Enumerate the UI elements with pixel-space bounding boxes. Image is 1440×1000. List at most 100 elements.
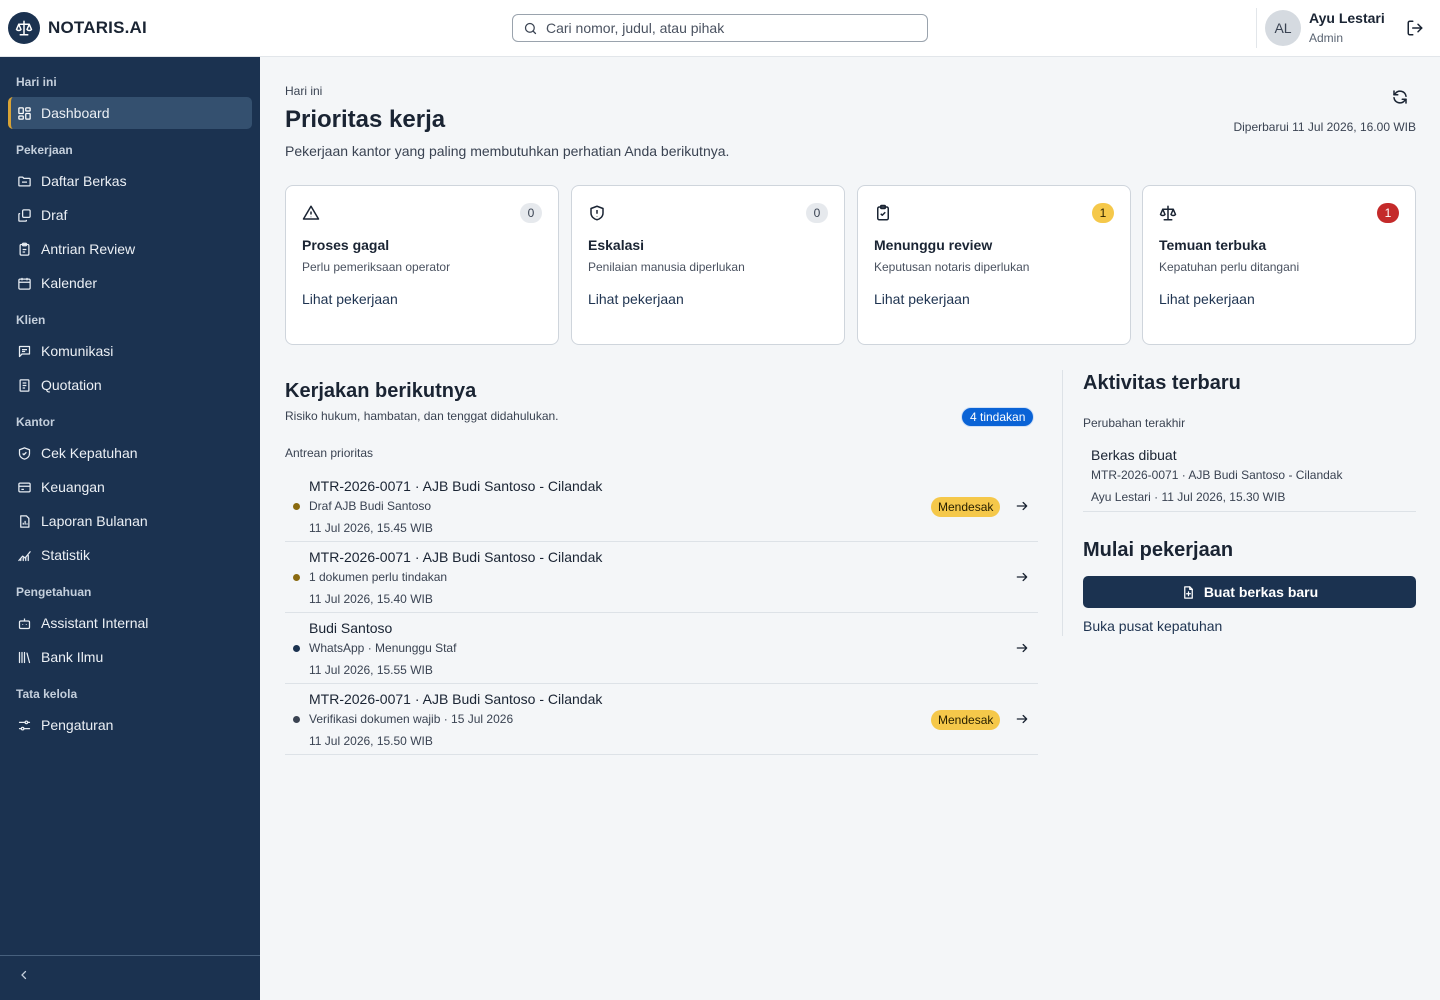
arrow-right-icon[interactable] bbox=[1015, 641, 1029, 655]
bot-icon bbox=[18, 618, 31, 629]
chart-line-icon bbox=[18, 550, 31, 561]
count-badge: 1 bbox=[1377, 203, 1399, 223]
row-subtitle: Draf AJB Budi Santoso bbox=[309, 499, 432, 513]
sidebar-item-label: Statistik bbox=[41, 547, 91, 563]
dashboard-icon bbox=[18, 106, 31, 120]
row-subtitle: 1 dokumen perlu tindakan bbox=[309, 570, 448, 584]
settings-icon bbox=[18, 720, 31, 730]
row-title: Budi Santoso bbox=[309, 620, 393, 636]
sidebar-item-keuangan[interactable]: Keuangan bbox=[8, 471, 252, 503]
view-work-link[interactable]: Lihat pekerjaan bbox=[588, 291, 684, 307]
card-proses-gagal[interactable]: 0 Proses gagal Perlu pemeriksaan operato… bbox=[285, 185, 559, 345]
table-row[interactable]: MTR-2026-0071 · AJB Budi Santoso - Cilan… bbox=[285, 542, 1038, 613]
new-file-button[interactable]: Buat berkas baru bbox=[1083, 576, 1416, 608]
section-title-activity: Aktivitas terbaru bbox=[1083, 372, 1241, 394]
table-row[interactable]: MTR-2026-0071 · AJB Budi Santoso - Cilan… bbox=[285, 684, 1038, 755]
row-time: 11 Jul 2026, 15.55 WIB bbox=[309, 663, 433, 677]
card-eskalasi[interactable]: 0 Eskalasi Penilaian manusia diperlukan … bbox=[571, 185, 845, 345]
card-title: Eskalasi bbox=[588, 237, 645, 253]
row-title: MTR-2026-0071 · AJB Budi Santoso - Cilan… bbox=[309, 691, 603, 707]
sidebar-item-pengaturan[interactable]: Pengaturan bbox=[8, 709, 252, 741]
chevron-left-icon[interactable] bbox=[18, 969, 30, 981]
urgent-badge: Mendesak bbox=[931, 497, 1001, 517]
status-dot bbox=[293, 503, 300, 510]
status-dot bbox=[293, 645, 300, 652]
row-title: MTR-2026-0071 · AJB Budi Santoso - Cilan… bbox=[309, 549, 603, 565]
sidebar-item-label: Pengaturan bbox=[41, 717, 114, 733]
sidebar-item-laporan-bulanan[interactable]: Laporan Bulanan bbox=[8, 505, 252, 537]
sidebar-item-label: Keuangan bbox=[41, 479, 105, 495]
sidebar-item-label: Daftar Berkas bbox=[41, 173, 127, 189]
wallet-icon bbox=[18, 482, 31, 492]
app-name: NOTARIS.AI bbox=[48, 18, 147, 37]
sidebar-item-kalender[interactable]: Kalender bbox=[8, 267, 252, 299]
activity-item[interactable]: Berkas dibuat MTR-2026-0071 · AJB Budi S… bbox=[1083, 440, 1416, 512]
sidebar-item-label: Dashboard bbox=[41, 105, 110, 121]
sidebar-item-daftar-berkas[interactable]: Daftar Berkas bbox=[8, 165, 252, 197]
sidebar-item-statistik[interactable]: Statistik bbox=[8, 539, 252, 571]
activity-label: Perubahan terakhir bbox=[1083, 416, 1186, 430]
card-subtitle: Penilaian manusia diperlukan bbox=[588, 260, 745, 274]
activity-meta: Ayu Lestari · 11 Jul 2026, 15.30 WIB bbox=[1091, 490, 1286, 504]
sidebar-item-komunikasi[interactable]: Komunikasi bbox=[8, 335, 252, 367]
arrow-right-icon[interactable] bbox=[1015, 570, 1029, 584]
count-badge: 0 bbox=[520, 203, 542, 223]
last-updated: Diperbarui 11 Jul 2026, 16.00 WIB bbox=[1233, 120, 1416, 134]
compliance-center-link[interactable]: Buka pusat kepatuhan bbox=[1083, 618, 1222, 634]
clipboard-check-icon bbox=[877, 204, 889, 221]
arrow-right-icon[interactable] bbox=[1015, 712, 1029, 726]
card-temuan-terbuka[interactable]: 1 Temuan terbuka Kepatuhan perlu ditanga… bbox=[1142, 185, 1416, 345]
sidebar-item-cek-kepatuhan[interactable]: Cek Kepatuhan bbox=[8, 437, 252, 469]
sidebar-item-label: Komunikasi bbox=[41, 343, 114, 359]
shield-alert-icon bbox=[590, 205, 604, 221]
nav-group-hari-ini: Hari ini bbox=[16, 75, 57, 89]
divider bbox=[1062, 370, 1063, 636]
nav-group-pengetahuan: Pengetahuan bbox=[16, 585, 92, 599]
search-box[interactable] bbox=[512, 14, 928, 42]
avatar[interactable]: AL bbox=[1265, 10, 1301, 46]
sidebar-item-label: Draf bbox=[41, 207, 68, 223]
sidebar-item-bank-ilmu[interactable]: Bank Ilmu bbox=[8, 641, 252, 673]
top-bar: NOTARIS.AI AL Ayu Lestari Admin bbox=[0, 0, 1440, 57]
refresh-icon[interactable] bbox=[1391, 88, 1409, 106]
card-menunggu-review[interactable]: 1 Menunggu review Keputusan notaris dipe… bbox=[857, 185, 1131, 345]
sidebar: Hari ini Dashboard Pekerjaan Daftar Berk… bbox=[0, 57, 260, 1000]
action-count-badge: 4 tindakan bbox=[961, 407, 1035, 427]
clipboard-icon bbox=[19, 242, 30, 256]
divider bbox=[1256, 8, 1257, 48]
view-work-link[interactable]: Lihat pekerjaan bbox=[1159, 291, 1255, 307]
sidebar-item-quotation[interactable]: Quotation bbox=[8, 369, 252, 401]
card-title: Proses gagal bbox=[302, 237, 390, 253]
row-title: MTR-2026-0071 · AJB Budi Santoso - Cilan… bbox=[309, 478, 603, 494]
sidebar-item-label: Quotation bbox=[41, 377, 102, 393]
view-work-link[interactable]: Lihat pekerjaan bbox=[302, 291, 398, 307]
receipt-icon bbox=[19, 378, 30, 392]
message-icon bbox=[18, 345, 31, 357]
new-file-button-label: Buat berkas baru bbox=[1203, 584, 1319, 600]
row-subtitle: WhatsApp · Menunggu Staf bbox=[309, 641, 457, 655]
scale-logo-icon bbox=[8, 12, 40, 44]
sidebar-item-label: Antrian Review bbox=[41, 241, 136, 257]
sidebar-item-antrian-review[interactable]: Antrian Review bbox=[8, 233, 252, 265]
search-input[interactable] bbox=[546, 20, 906, 36]
urgent-badge: Mendesak bbox=[931, 710, 1001, 730]
logout-icon[interactable] bbox=[1406, 19, 1424, 37]
nav-group-kantor: Kantor bbox=[16, 415, 55, 429]
card-title: Menunggu review bbox=[874, 237, 993, 253]
nav-group-tata-kelola: Tata kelola bbox=[16, 687, 78, 701]
user-name: Ayu Lestari bbox=[1309, 10, 1385, 26]
brand[interactable]: NOTARIS.AI bbox=[8, 12, 147, 44]
sidebar-item-assistant-internal[interactable]: Assistant Internal bbox=[8, 607, 252, 639]
activity-title: Berkas dibuat bbox=[1091, 447, 1177, 463]
table-row[interactable]: Budi Santoso WhatsApp · Menunggu Staf 11… bbox=[285, 613, 1038, 684]
card-subtitle: Keputusan notaris diperlukan bbox=[874, 260, 1030, 274]
arrow-right-icon[interactable] bbox=[1015, 499, 1029, 513]
view-work-link[interactable]: Lihat pekerjaan bbox=[874, 291, 970, 307]
sidebar-item-dashboard[interactable]: Dashboard bbox=[8, 97, 252, 129]
row-time: 11 Jul 2026, 15.50 WIB bbox=[309, 734, 433, 748]
folder-icon bbox=[18, 176, 31, 186]
count-badge: 1 bbox=[1092, 203, 1114, 223]
shield-check-icon bbox=[18, 446, 31, 460]
table-row[interactable]: MTR-2026-0071 · AJB Budi Santoso - Cilan… bbox=[285, 471, 1038, 542]
sidebar-item-draf[interactable]: Draf bbox=[8, 199, 252, 231]
